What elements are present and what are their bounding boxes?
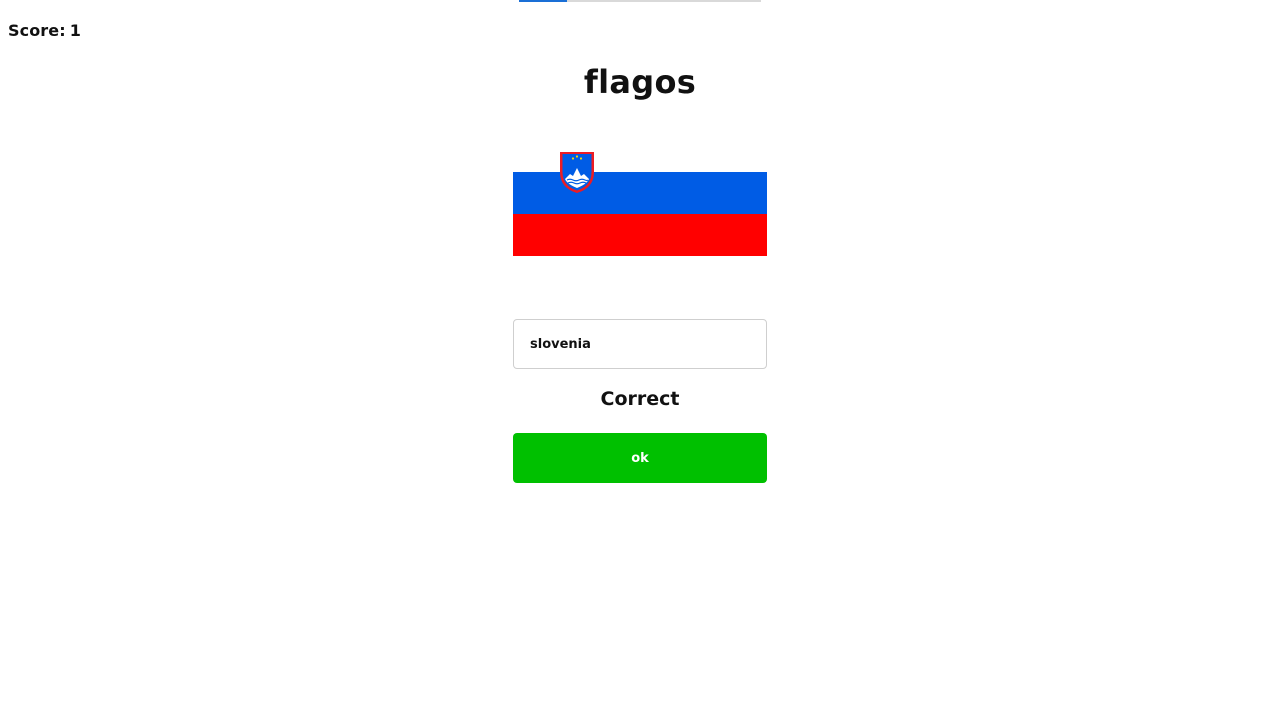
flag-stripe-blue — [513, 172, 767, 214]
progress-bar-fill — [519, 0, 568, 2]
score-value: 1 — [69, 21, 81, 40]
game-page: Score:1 flagos Correct ok — [0, 0, 1280, 720]
flag-image — [513, 150, 767, 256]
progress-bar — [519, 0, 761, 2]
game-title: flagos — [583, 63, 697, 101]
flag-stripe-white — [513, 150, 767, 172]
score-label: Score: — [8, 21, 66, 40]
score-display: Score: 1 — [8, 21, 81, 40]
feedback-message: Correct — [600, 388, 680, 410]
flag-stripe-red — [513, 214, 767, 256]
ok-button[interactable]: ok — [513, 433, 767, 483]
slovenia-flag-icon — [513, 150, 767, 256]
answer-input[interactable] — [513, 319, 767, 369]
